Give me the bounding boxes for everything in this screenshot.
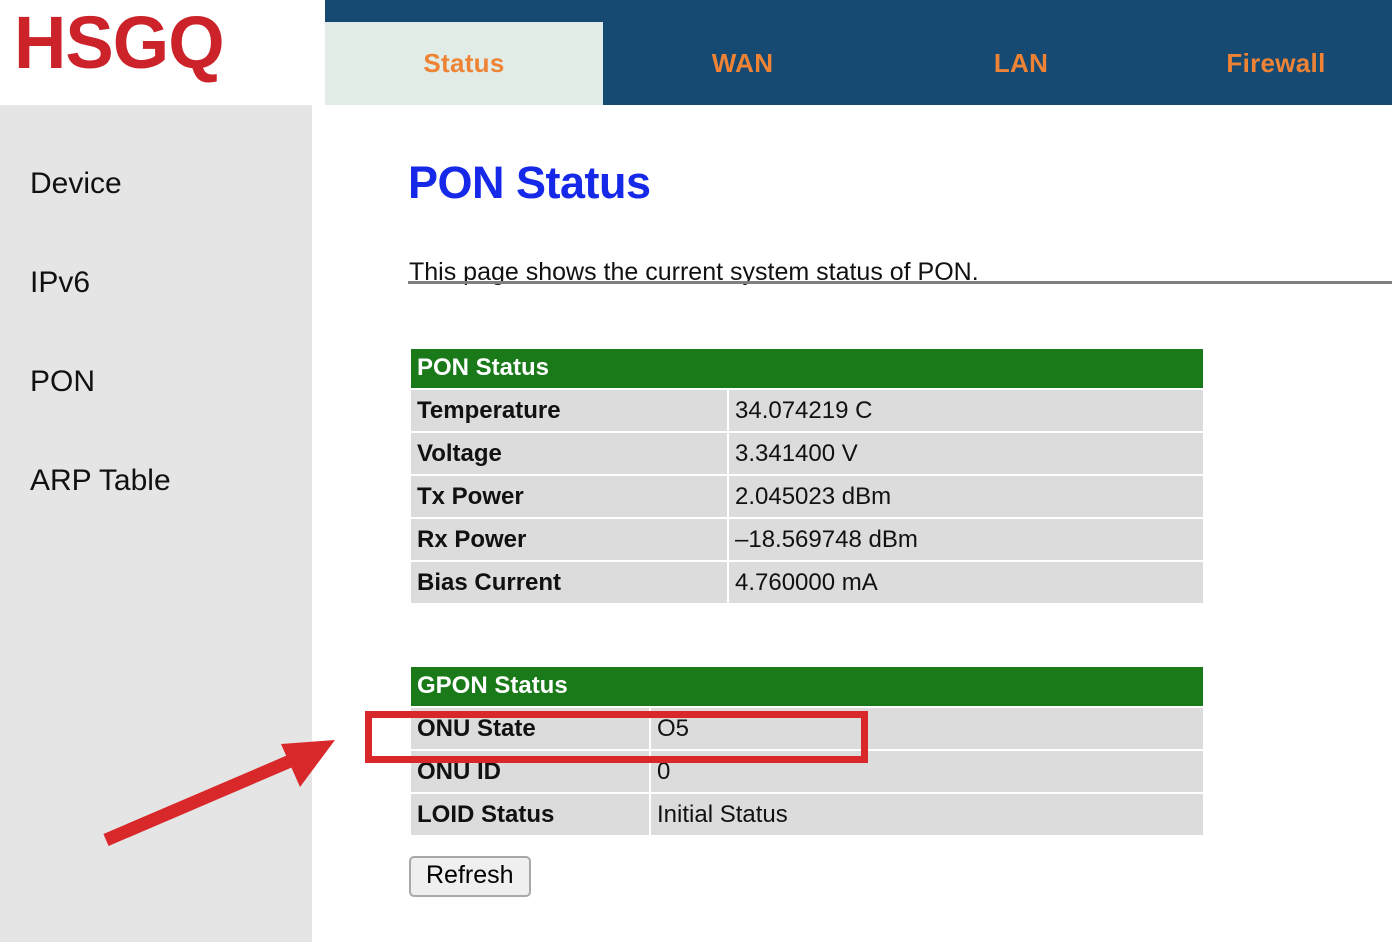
row-value-voltage: 3.341400 V (729, 433, 1203, 474)
table-row: LOID Status Initial Status (411, 794, 1204, 835)
tab-lan-label: LAN (993, 48, 1049, 78)
row-key-tx-power: Tx Power (411, 476, 727, 517)
tab-wan-label: WAN (711, 48, 774, 78)
sidebar-item-device[interactable]: Device (30, 167, 122, 201)
table-row: Tx Power 2.045023 dBm (411, 476, 1203, 517)
table-row: Temperature 34.074219 C (411, 390, 1203, 431)
row-key-voltage: Voltage (411, 433, 727, 474)
sidebar: Device IPv6 PON ARP Table (0, 105, 312, 942)
sidebar-item-label: ARP Table (30, 464, 171, 497)
tab-status-label: Status (423, 48, 505, 78)
sidebar-item-label: IPv6 (30, 266, 91, 299)
pon-status-table: PON Status Temperature 34.074219 C Volta… (409, 347, 1205, 605)
brand-logo[interactable]: HSGQ (0, 0, 325, 105)
row-key-onu-state: ONU State (411, 708, 649, 749)
sidebar-item-arp-table[interactable]: ARP Table (30, 464, 171, 498)
row-key-loid-status: LOID Status (411, 794, 649, 835)
gpon-status-table-header: GPON Status (411, 667, 1204, 706)
row-value-rx-power: –18.569748 dBm (729, 519, 1203, 560)
section-divider (408, 281, 1392, 284)
table-row: Voltage 3.341400 V (411, 433, 1203, 474)
tab-firewall[interactable]: Firewall (1160, 22, 1392, 105)
row-value-onu-state: O5 (651, 708, 1204, 749)
table-row: Bias Current 4.760000 mA (411, 562, 1203, 603)
main-navigation: Status WAN LAN Firewall (325, 22, 1392, 105)
tab-firewall-label: Firewall (1226, 48, 1326, 78)
table-row: ONU State O5 (411, 708, 1204, 749)
sidebar-item-pon[interactable]: PON (30, 365, 95, 399)
table-header-row: GPON Status (411, 667, 1204, 706)
refresh-button[interactable]: Refresh (409, 856, 531, 897)
row-value-loid-status: Initial Status (651, 794, 1204, 835)
row-value-bias-current: 4.760000 mA (729, 562, 1203, 603)
row-key-rx-power: Rx Power (411, 519, 727, 560)
tab-lan[interactable]: LAN (882, 22, 1160, 105)
table-header-row: PON Status (411, 349, 1203, 388)
row-key-temperature: Temperature (411, 390, 727, 431)
brand-logo-text: HSGQ (14, 1, 225, 84)
tab-wan[interactable]: WAN (603, 22, 882, 105)
row-key-bias-current: Bias Current (411, 562, 727, 603)
table-row: Rx Power –18.569748 dBm (411, 519, 1203, 560)
page-header: HSGQ Status WAN LAN Firewall (0, 0, 1392, 105)
sidebar-item-label: PON (30, 365, 96, 398)
gpon-status-table: GPON Status ONU State O5 ONU ID 0 LOID S… (409, 665, 1206, 837)
page-title: PON Status (408, 157, 651, 209)
row-value-temperature: 34.074219 C (729, 390, 1203, 431)
pon-status-table-header: PON Status (411, 349, 1203, 388)
table-row: ONU ID 0 (411, 751, 1204, 792)
tab-status[interactable]: Status (325, 22, 603, 105)
row-key-onu-id: ONU ID (411, 751, 649, 792)
row-value-onu-id: 0 (651, 751, 1204, 792)
sidebar-item-label: Device (30, 167, 122, 200)
row-value-tx-power: 2.045023 dBm (729, 476, 1203, 517)
sidebar-item-ipv6[interactable]: IPv6 (30, 266, 90, 300)
main-content: PON Status This page shows the current s… (312, 105, 1392, 942)
